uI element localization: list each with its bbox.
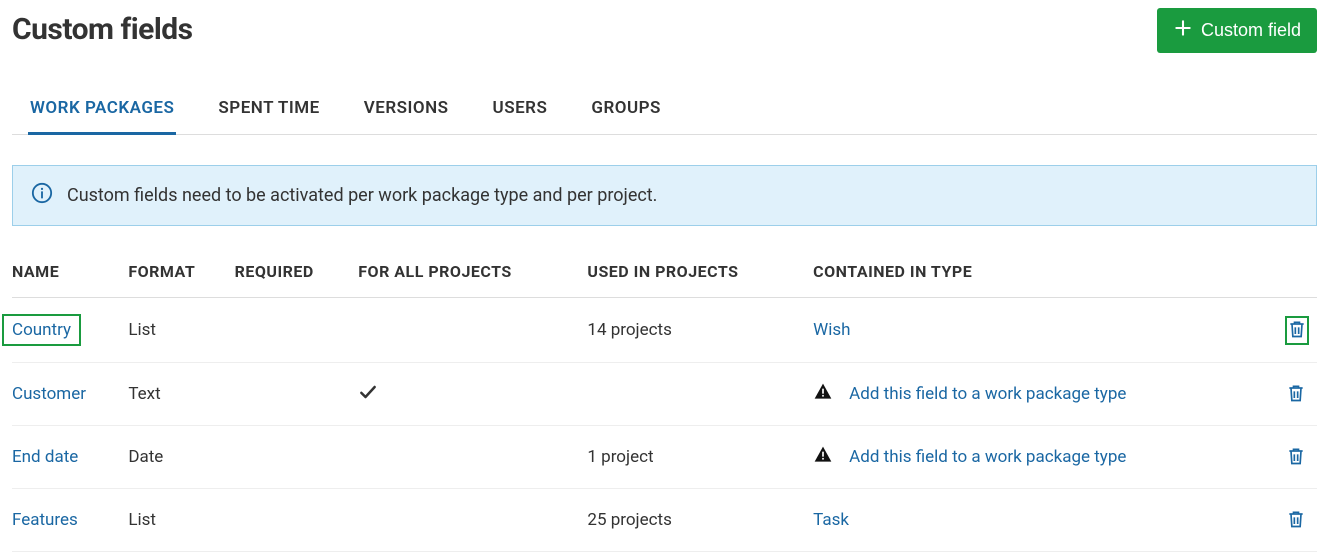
- table-row: Country List 14 projectsWish: [12, 298, 1317, 363]
- field-format: Text: [128, 363, 234, 426]
- field-for-all: [358, 426, 587, 489]
- field-required: [235, 363, 359, 426]
- info-banner-text: Custom fields need to be activated per w…: [67, 185, 657, 206]
- custom-fields-table: NAME FORMAT REQUIRED FOR ALL PROJECTS US…: [12, 252, 1317, 552]
- page-title: Custom fields: [12, 12, 193, 47]
- field-required: [235, 489, 359, 552]
- field-name-link[interactable]: Customer: [12, 384, 86, 404]
- field-format: List: [128, 298, 234, 363]
- info-banner: Custom fields need to be activated per w…: [12, 165, 1317, 226]
- col-used-in: USED IN PROJECTS: [587, 252, 813, 298]
- info-icon: [31, 182, 53, 209]
- field-name-link[interactable]: End date: [12, 447, 78, 467]
- warning-icon: [813, 445, 833, 470]
- delete-button[interactable]: [1285, 316, 1309, 345]
- field-contained-in: Add this field to a work package type: [813, 363, 1269, 426]
- field-contained-in: Task: [813, 489, 1269, 552]
- tab-work-packages[interactable]: WORK PACKAGES: [28, 88, 176, 135]
- delete-button[interactable]: [1283, 442, 1309, 471]
- col-actions: [1269, 252, 1317, 298]
- col-name: NAME: [12, 252, 128, 298]
- tab-versions[interactable]: VERSIONS: [362, 88, 451, 135]
- type-link[interactable]: Task: [813, 510, 849, 530]
- delete-button[interactable]: [1283, 379, 1309, 408]
- create-custom-field-label: Custom field: [1201, 20, 1301, 41]
- add-to-type-link[interactable]: Add this field to a work package type: [849, 384, 1126, 404]
- table-row: End date Date 1 project Add this field to a…: [12, 426, 1317, 489]
- field-for-all: [358, 363, 587, 426]
- field-required: [235, 298, 359, 363]
- type-link[interactable]: Wish: [813, 320, 850, 340]
- col-format: FORMAT: [128, 252, 234, 298]
- field-used-in: 14 projects: [587, 298, 813, 363]
- field-format: List: [128, 489, 234, 552]
- trash-icon: [1286, 445, 1306, 470]
- create-custom-field-button[interactable]: Custom field: [1157, 8, 1317, 53]
- check-icon: [358, 387, 378, 407]
- field-for-all: [358, 298, 587, 363]
- field-contained-in: Add this field to a work package type: [813, 426, 1269, 489]
- trash-icon: [1286, 382, 1306, 407]
- add-to-type-link[interactable]: Add this field to a work package type: [849, 447, 1126, 467]
- field-name-link[interactable]: Features: [12, 510, 78, 530]
- plus-icon: [1173, 18, 1193, 43]
- tab-users[interactable]: USERS: [491, 88, 550, 135]
- field-used-in: 1 project: [587, 426, 813, 489]
- delete-button[interactable]: [1283, 505, 1309, 534]
- field-name-link[interactable]: Country: [12, 320, 71, 340]
- field-contained-in: Wish: [813, 298, 1269, 363]
- table-row: Customer Text Add this field to a work pac…: [12, 363, 1317, 426]
- col-contained-in: CONTAINED IN TYPE: [813, 252, 1269, 298]
- col-for-all: FOR ALL PROJECTS: [358, 252, 587, 298]
- field-format: Date: [128, 426, 234, 489]
- field-used-in: 25 projects: [587, 489, 813, 552]
- field-for-all: [358, 489, 587, 552]
- warning-icon: [813, 382, 833, 407]
- field-used-in: [587, 363, 813, 426]
- tabs: WORK PACKAGES SPENT TIME VERSIONS USERS GROU…: [12, 87, 1317, 135]
- tab-groups[interactable]: GROUPS: [589, 88, 663, 135]
- highlight-box: Country: [2, 314, 81, 346]
- col-required: REQUIRED: [235, 252, 359, 298]
- tab-spent-time[interactable]: SPENT TIME: [216, 88, 321, 135]
- trash-icon: [1287, 318, 1307, 343]
- field-required: [235, 426, 359, 489]
- trash-icon: [1286, 508, 1306, 533]
- table-row: Features List 25 projectsTask: [12, 489, 1317, 552]
